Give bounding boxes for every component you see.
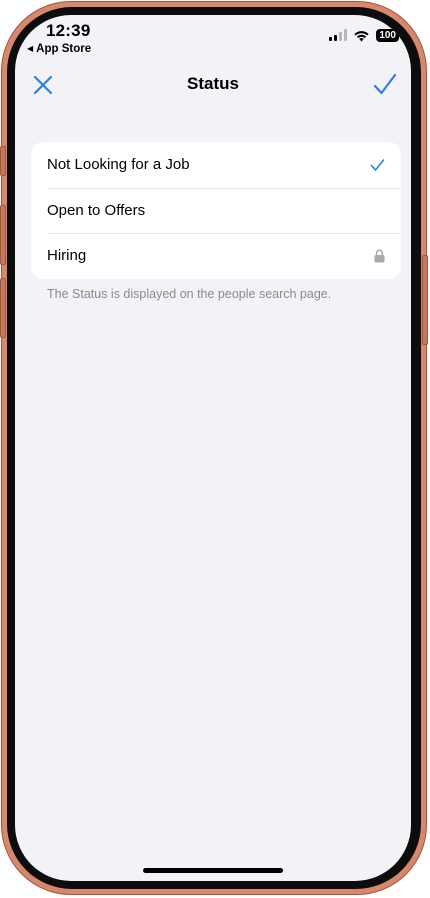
cellular-signal-icon (329, 29, 348, 41)
status-icons: 100 (329, 28, 402, 42)
option-hiring[interactable]: Hiring (31, 233, 401, 279)
lock-icon (374, 249, 385, 263)
back-app-label: App Store (36, 43, 92, 55)
back-to-app-link[interactable]: ◀ App Store (27, 43, 91, 55)
option-label: Open to Offers (47, 201, 146, 219)
option-label: Hiring (47, 247, 87, 265)
back-triangle-icon: ◀ (27, 44, 34, 53)
battery-icon: 100 (376, 28, 402, 42)
selected-checkmark-icon (370, 158, 385, 171)
page-title: Status (187, 74, 239, 93)
status-bar: 12:39 ◀ App Store 100 (15, 15, 411, 65)
option-not-looking[interactable]: Not Looking for a Job (31, 142, 401, 188)
option-label: Not Looking for a Job (47, 156, 190, 174)
volume-up-button (0, 205, 6, 265)
power-button (422, 255, 428, 345)
status-time: 12:39 (46, 21, 91, 40)
wifi-icon (354, 30, 369, 41)
mute-switch (0, 146, 6, 176)
done-button[interactable] (372, 72, 398, 98)
home-indicator[interactable] (143, 868, 283, 873)
screen: 12:39 ◀ App Store 100 Status Not Looking… (15, 15, 411, 881)
status-footnote: The Status is displayed on the people se… (47, 287, 332, 301)
option-open-to-offers[interactable]: Open to Offers (31, 187, 401, 234)
navigation-bar: Status (15, 67, 411, 101)
checkmark-icon (373, 73, 397, 95)
volume-down-button (0, 278, 6, 338)
status-options-list: Not Looking for a Job Open to Offers Hir… (31, 142, 401, 279)
